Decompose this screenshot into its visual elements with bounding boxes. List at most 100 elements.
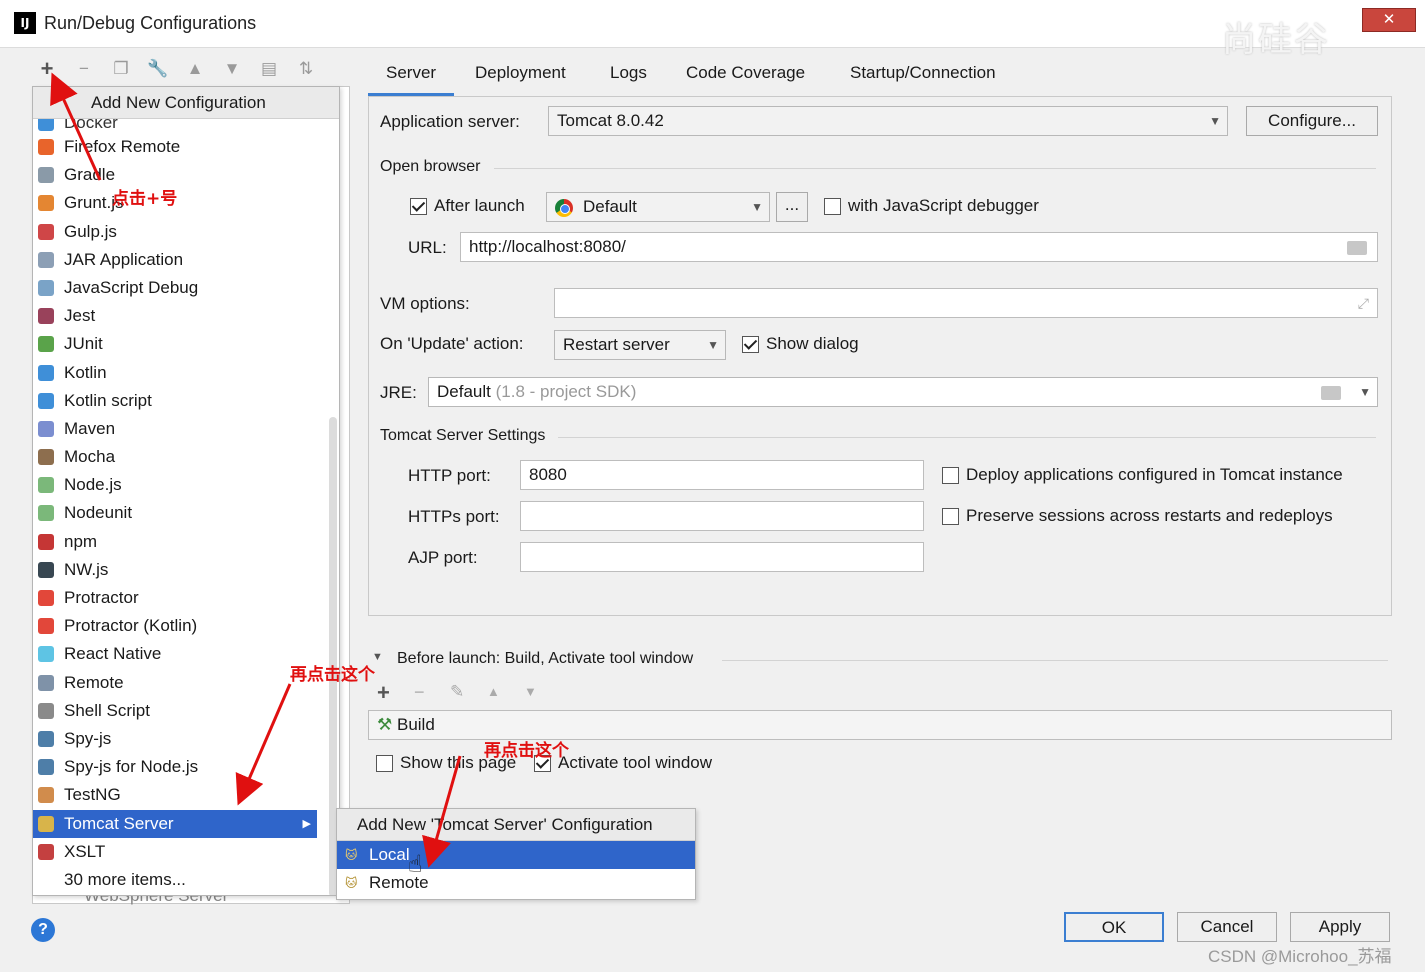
folder-add-icon[interactable]: ▤ <box>256 56 282 82</box>
after-launch-checkbox[interactable] <box>410 198 427 215</box>
url-field[interactable]: http://localhost:8080/ <box>460 232 1378 262</box>
list-item-shell-script[interactable]: Shell Script <box>33 697 339 725</box>
js-debug-icon <box>38 279 54 296</box>
list-item-partial[interactable]: Docker <box>33 119 339 133</box>
list-item-npm[interactable]: npm <box>33 528 339 556</box>
list-item-gulp-js[interactable]: Gulp.js <box>33 218 339 246</box>
show-dialog-checkbox[interactable] <box>742 336 759 353</box>
list-item-gradle[interactable]: Gradle <box>33 161 339 189</box>
close-button[interactable]: ✕ <box>1362 8 1416 32</box>
jest-icon <box>38 308 54 325</box>
js-debugger-checkbox[interactable] <box>824 198 841 215</box>
list-item-firefox-remote[interactable]: Firefox Remote <box>33 133 339 161</box>
sort-icon[interactable]: ⇅ <box>293 56 319 82</box>
nwjs-icon <box>38 561 54 578</box>
vm-options-field[interactable]: ⤢ <box>554 288 1378 318</box>
list-item-junit[interactable]: JUnit <box>33 330 339 358</box>
list-item-label: XSLT <box>64 841 106 861</box>
list-item-mocha[interactable]: Mocha <box>33 443 339 471</box>
submenu-item-remote[interactable]: 🐱 Remote <box>337 869 695 897</box>
list-item-tomcat-server[interactable]: Tomcat Server ▶ <box>33 809 317 838</box>
cancel-button[interactable]: Cancel <box>1177 912 1277 942</box>
expand-icon[interactable]: ⤢ <box>1358 289 1369 317</box>
tab-logs[interactable]: Logs <box>592 58 665 96</box>
list-item-spy-js-for-node-js[interactable]: Spy-js for Node.js <box>33 753 339 781</box>
chevron-down-icon: ▼ <box>751 200 763 214</box>
popup-list: Docker Firefox Remote Gradle Grunt.js Gulp.… <box>33 119 339 894</box>
list-item-jest[interactable]: Jest <box>33 302 339 330</box>
list-item-grunt-js[interactable]: Grunt.js <box>33 189 339 217</box>
list-item-jar-application[interactable]: JAR Application <box>33 246 339 274</box>
annotation-click-this: 再点击这个 <box>484 741 569 761</box>
mocha-icon <box>38 449 54 466</box>
submenu-arrow-icon: ▶ <box>302 817 311 830</box>
list-item-label: NW.js <box>64 559 109 579</box>
browser-select[interactable]: Default ▼ <box>546 192 770 222</box>
show-page-checkbox[interactable] <box>376 755 393 772</box>
spyjs-icon <box>38 730 54 747</box>
jre-select[interactable]: Default (1.8 - project SDK) ▼ <box>428 377 1378 407</box>
list-item-30-more-items[interactable]: 30 more items... <box>33 866 339 894</box>
xslt-icon <box>38 843 54 860</box>
submenu-item-local[interactable]: 🐱 Local <box>337 841 695 869</box>
tab-code-coverage[interactable]: Code Coverage <box>668 58 823 96</box>
jre-label: JRE: <box>380 383 417 402</box>
move-down-icon[interactable]: ▼ <box>219 56 245 82</box>
update-action-value: Restart server <box>563 335 670 354</box>
move-up-icon[interactable]: ▲ <box>487 684 500 699</box>
list-item-javascript-debug[interactable]: JavaScript Debug <box>33 274 339 302</box>
list-item-xslt[interactable]: XSLT <box>33 838 339 866</box>
list-item-kotlin-script[interactable]: Kotlin script <box>33 387 339 415</box>
tomcat-settings-title: Tomcat Server Settings <box>380 427 546 444</box>
list-item-testng[interactable]: TestNG <box>33 781 339 809</box>
list-item-kotlin[interactable]: Kotlin <box>33 359 339 387</box>
add-task-icon[interactable]: + <box>377 680 390 706</box>
configure-button[interactable]: Configure... <box>1246 106 1378 136</box>
app-server-select[interactable]: Tomcat 8.0.42 ▼ <box>548 106 1228 136</box>
move-up-icon[interactable]: ▲ <box>182 56 208 82</box>
divider <box>494 168 1376 169</box>
list-item-maven[interactable]: Maven <box>33 415 339 443</box>
jre-hint: (1.8 - project SDK) <box>495 382 637 401</box>
chrome-icon <box>555 199 573 217</box>
update-action-select[interactable]: Restart server ▼ <box>554 330 726 360</box>
list-item-nw-js[interactable]: NW.js <box>33 556 339 584</box>
junit-icon <box>38 336 54 353</box>
browser-value: Default <box>583 197 637 216</box>
ok-button[interactable]: OK <box>1064 912 1164 942</box>
edit-task-icon[interactable]: ✎ <box>450 682 464 702</box>
remote-icon <box>38 674 54 691</box>
list-item-protractor-kotlin[interactable]: Protractor (Kotlin) <box>33 612 339 640</box>
remove-task-icon[interactable]: − <box>414 682 425 703</box>
list-item-spy-js[interactable]: Spy-js <box>33 725 339 753</box>
js-debugger-label: with JavaScript debugger <box>848 196 1039 215</box>
https-port-field[interactable] <box>520 501 924 531</box>
deploy-apps-checkbox[interactable] <box>942 467 959 484</box>
task-label[interactable]: Build <box>397 715 435 734</box>
add-icon[interactable]: + <box>34 56 60 82</box>
list-item-label: Kotlin script <box>64 390 152 410</box>
folder-icon[interactable] <box>1347 241 1367 255</box>
list-item-label: Kotlin <box>64 362 107 382</box>
http-port-field[interactable]: 8080 <box>520 460 924 490</box>
activate-window-label: Activate tool window <box>558 753 713 772</box>
copy-icon[interactable]: ❐ <box>108 56 134 82</box>
move-down-icon[interactable]: ▼ <box>524 684 537 699</box>
list-item-node-js[interactable]: Node.js <box>33 471 339 499</box>
tab-startup-connection[interactable]: Startup/Connection <box>832 58 1014 96</box>
nodeunit-icon <box>38 505 54 522</box>
list-item-nodeunit[interactable]: Nodeunit <box>33 499 339 527</box>
tab-server[interactable]: Server <box>368 58 455 96</box>
tab-deployment[interactable]: Deployment <box>457 58 584 96</box>
help-icon[interactable]: ? <box>31 918 55 942</box>
folder-icon[interactable] <box>1321 386 1341 400</box>
list-item-label: Maven <box>64 418 116 438</box>
app-server-value: Tomcat 8.0.42 <box>557 111 664 130</box>
preserve-sessions-checkbox[interactable] <box>942 508 959 525</box>
ajp-port-field[interactable] <box>520 542 924 572</box>
list-item-protractor[interactable]: Protractor <box>33 584 339 612</box>
remove-icon[interactable]: − <box>71 56 97 82</box>
apply-button[interactable]: Apply <box>1290 912 1390 942</box>
wrench-icon[interactable]: 🔧 <box>145 56 171 82</box>
browse-browser-button[interactable]: ... <box>776 192 808 222</box>
